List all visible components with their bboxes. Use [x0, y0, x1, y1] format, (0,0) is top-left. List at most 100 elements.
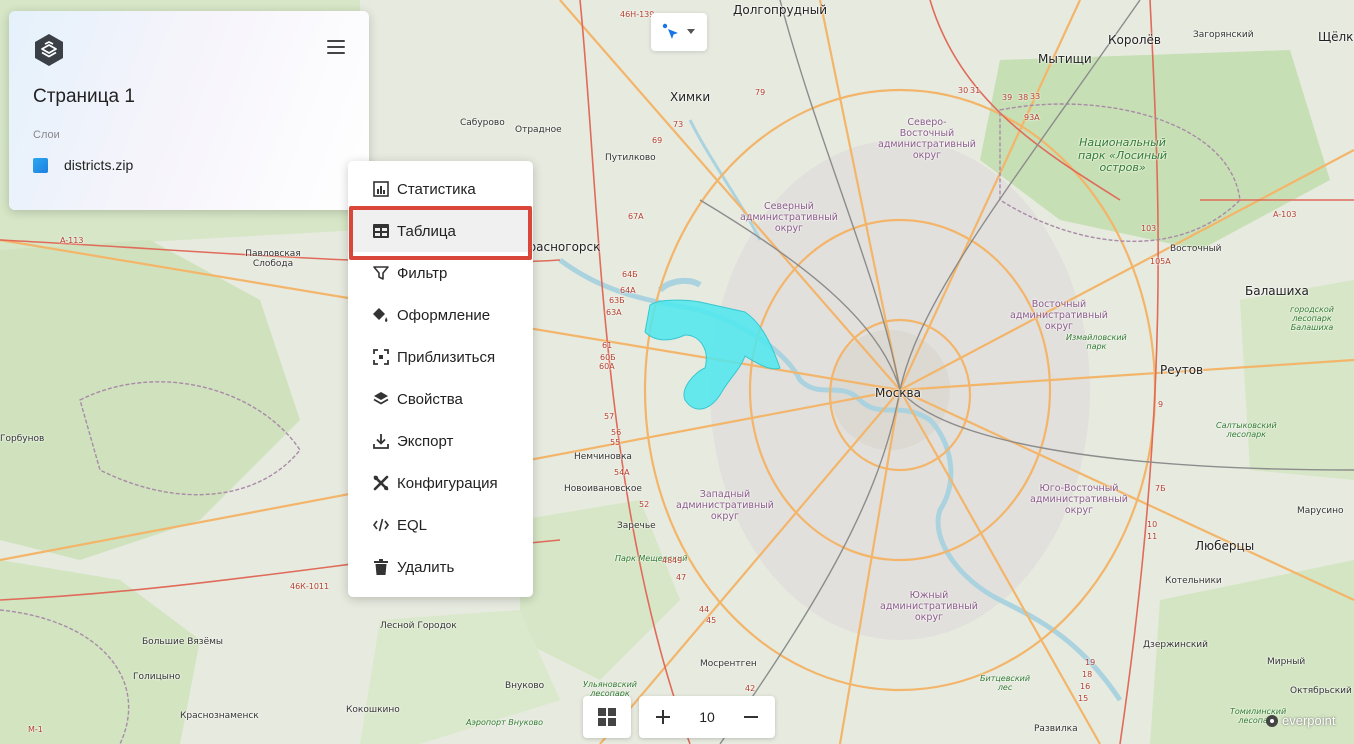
map-road-label: 79 — [755, 88, 766, 97]
map-road-label: 57 — [604, 412, 615, 421]
zoom-out-button[interactable] — [739, 705, 763, 729]
map-road-label: 61 — [602, 341, 613, 350]
paint-bucket-icon — [372, 307, 389, 324]
menu-item-delete[interactable]: Удалить — [348, 546, 533, 588]
attribution-logo[interactable]: everpoint — [1266, 713, 1335, 728]
map-label-park: Битцевский лес — [980, 674, 1031, 693]
map-label-place: Немчиновка — [574, 452, 632, 462]
map-road-label: 56 — [611, 428, 622, 437]
menu-item-label: Таблица — [397, 222, 456, 240]
menu-item-label: Приблизиться — [397, 348, 496, 366]
chevron-down-icon — [687, 29, 695, 34]
map-label-shchelk: Щёлко — [1318, 30, 1354, 44]
map-road-label: 63A — [606, 308, 622, 317]
map-label-reutov: Реутов — [1160, 363, 1204, 377]
zoom-control: 10 — [639, 696, 775, 738]
map-label-place: Краснознаменск — [180, 711, 259, 721]
map-road-label: 52 — [639, 500, 650, 509]
menu-item-label: Свойства — [397, 390, 463, 408]
map-road-label: 48 — [662, 556, 673, 565]
zoom-in-button[interactable] — [651, 705, 675, 729]
menu-item-style[interactable]: Оформление — [348, 294, 533, 336]
map-road-label: 45 — [706, 616, 717, 625]
download-icon — [372, 433, 389, 450]
tools-icon — [372, 475, 389, 492]
map-label-place: Большие Вязёмы — [142, 637, 224, 647]
map-label-korolev: Королёв — [1108, 33, 1161, 47]
map-label-park: Измайловский парк — [1066, 333, 1127, 352]
map-label-place: Котельники — [1165, 576, 1222, 586]
map-label-place: Лесной Городок — [380, 621, 457, 631]
layer-color-swatch — [33, 157, 48, 173]
grid-icon — [598, 708, 616, 726]
menu-item-export[interactable]: Экспорт — [348, 420, 533, 462]
map-road-label: 64A — [620, 286, 636, 295]
menu-item-label: Экспорт — [397, 432, 454, 450]
layer-context-menu: Статистика Таблица Фильтр Оформление При… — [348, 161, 533, 597]
page-title: Страница 1 — [33, 86, 135, 107]
menu-item-label: Статистика — [397, 180, 476, 198]
map-label-district: Северный административный округ — [740, 201, 838, 234]
menu-item-eql[interactable]: EQL — [348, 504, 533, 546]
map-label-dolgoprudny: Долгопрудный — [733, 3, 828, 17]
layer-item-districts[interactable]: districts.zip — [33, 157, 133, 173]
map-label-district: Восточный административный округ — [1010, 299, 1108, 332]
layers-icon — [372, 391, 389, 408]
menu-item-zoom-to[interactable]: Приблизиться — [348, 336, 533, 378]
map-road-label: 54A — [614, 468, 630, 477]
menu-item-label: EQL — [397, 516, 428, 534]
hamburger-menu-icon[interactable] — [327, 40, 345, 56]
map-label-place: Мирный — [1267, 657, 1306, 667]
map-label-place: Путилково — [605, 153, 656, 163]
map-label-district: Юго-Восточный административный округ — [1030, 483, 1128, 516]
map-road-label: 93A — [1024, 113, 1040, 122]
map-road-label: 42 — [745, 684, 756, 693]
map-label-place: Загорянский — [1193, 30, 1254, 40]
map-label-place: Новоивановское — [564, 484, 642, 494]
map-label-place: Сабурово — [460, 118, 505, 128]
menu-item-filter[interactable]: Фильтр — [348, 252, 533, 294]
map-road-label: 60Б — [600, 353, 616, 362]
map-road-label: 31 — [970, 86, 981, 95]
map-label-district: Северо- Восточный административный округ — [878, 117, 976, 161]
map-label-place: Павловская Слобода — [245, 249, 301, 269]
layers-panel: Страница 1 Слои districts.zip — [9, 11, 369, 210]
map-label-balashikha: Балашиха — [1245, 284, 1309, 298]
map-road-label: 67A — [628, 212, 644, 221]
map-label-place: Октябрьский — [1290, 686, 1352, 696]
table-icon — [372, 223, 389, 240]
map-road-label: 33 — [1030, 92, 1041, 101]
layer-name: districts.zip — [64, 157, 134, 173]
menu-item-table[interactable]: Таблица — [348, 210, 533, 252]
map-road-label: 30 — [958, 86, 969, 95]
bar-chart-icon — [372, 181, 389, 198]
map-road-label: A-113 — [60, 236, 84, 245]
map-label-mytishchi: Мытищи — [1038, 52, 1092, 66]
map-road-label: 73 — [673, 120, 684, 129]
map-label-park: Салтыковский лесопарк — [1216, 421, 1277, 440]
menu-item-statistics[interactable]: Статистика — [348, 168, 533, 210]
map-label-place: Марусино — [1297, 506, 1344, 516]
map-road-label: 18 — [1082, 670, 1093, 679]
map-label-place: Восточный — [1170, 244, 1222, 254]
menu-item-configuration[interactable]: Конфигурация — [348, 462, 533, 504]
map-label-lyubertsy: Люберцы — [1195, 539, 1255, 553]
map-label-place: Дзержинский — [1143, 640, 1208, 650]
basemap-grid-button[interactable] — [583, 696, 631, 738]
menu-item-label: Конфигурация — [397, 474, 498, 492]
everpoint-logo-icon — [1266, 714, 1278, 727]
map-road-label: 10 — [1147, 520, 1158, 529]
map-road-label: 105A — [1150, 257, 1171, 266]
filter-icon — [372, 265, 389, 282]
map-label-place: Кокошкино — [346, 705, 400, 715]
menu-item-properties[interactable]: Свойства — [348, 378, 533, 420]
map-label-park: городской лесопарк Балашиха — [1290, 305, 1334, 333]
map-label-place: Отрадное — [515, 125, 562, 135]
map-road-label: 16 — [1080, 682, 1091, 691]
map-road-label: 38 — [1018, 93, 1029, 102]
map-label-moskva: Москва — [875, 386, 921, 400]
app-logo-icon[interactable] — [33, 33, 65, 67]
selection-tool-dropdown[interactable] — [651, 13, 707, 51]
map-label-place: Развилка — [1034, 724, 1078, 734]
zoom-to-icon — [372, 349, 389, 366]
